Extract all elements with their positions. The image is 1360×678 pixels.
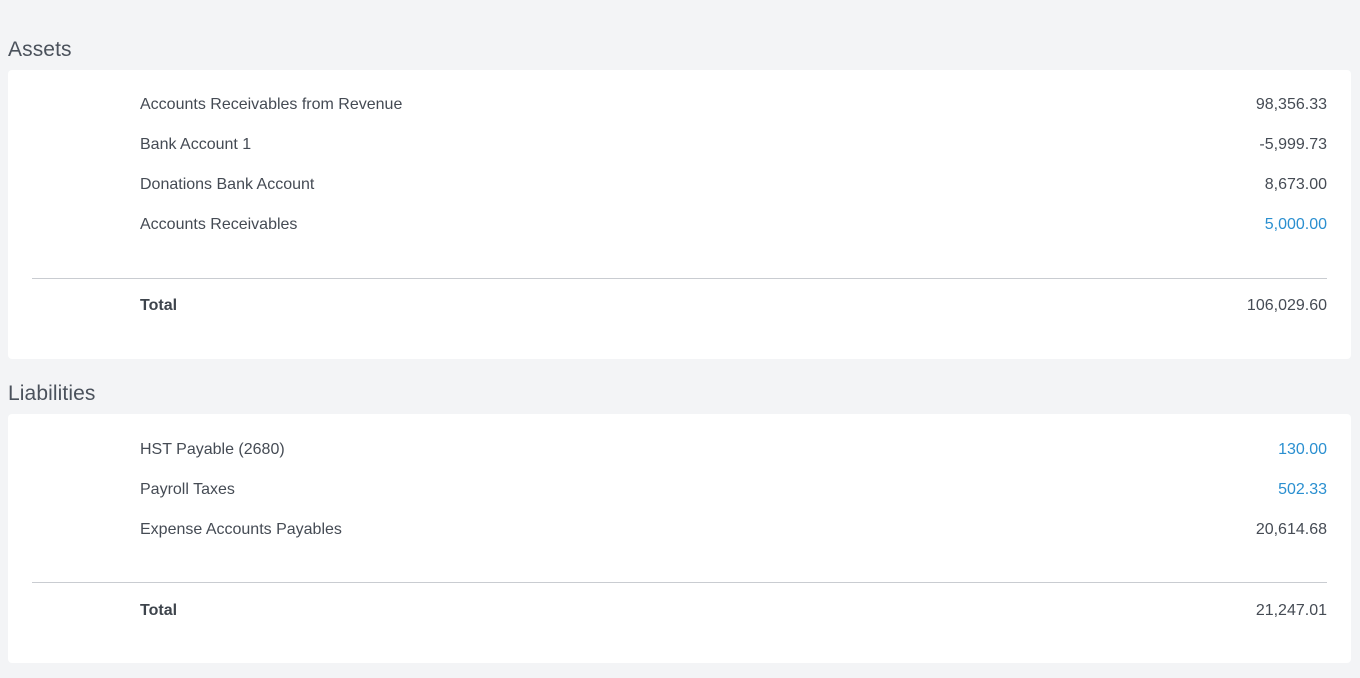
assets-row: Accounts Receivables 5,000.00 <box>140 213 1327 237</box>
account-amount: -5,999.73 <box>1259 136 1327 153</box>
liabilities-total-row: Total 21,247.01 <box>140 599 1327 623</box>
assets-section-title: Assets <box>8 38 72 61</box>
assets-card: Accounts Receivables from Revenue 98,356… <box>8 70 1351 359</box>
liabilities-row: Expense Accounts Payables 20,614.68 <box>140 518 1327 542</box>
account-amount-link[interactable]: 130.00 <box>1278 441 1327 459</box>
account-label: Expense Accounts Payables <box>140 521 342 538</box>
account-label: Payroll Taxes <box>140 481 235 498</box>
account-label: Donations Bank Account <box>140 176 315 193</box>
total-divider <box>32 582 1327 583</box>
account-label: Accounts Receivables from Revenue <box>140 96 403 113</box>
total-amount: 106,029.60 <box>1246 297 1327 314</box>
total-label: Total <box>140 297 178 314</box>
liabilities-card: HST Payable (2680) 130.00 Payroll Taxes … <box>8 414 1351 663</box>
assets-total-row: Total 106,029.60 <box>140 294 1327 318</box>
account-amount: 20,614.68 <box>1255 521 1327 538</box>
account-label: HST Payable (2680) <box>140 441 285 458</box>
account-amount-link[interactable]: 502.33 <box>1278 481 1327 499</box>
assets-row: Bank Account 1 -5,999.73 <box>140 133 1327 157</box>
account-amount: 98,356.33 <box>1255 96 1327 113</box>
account-label: Accounts Receivables <box>140 216 298 233</box>
liabilities-row: HST Payable (2680) 130.00 <box>140 438 1327 462</box>
assets-row: Donations Bank Account 8,673.00 <box>140 173 1327 197</box>
account-label: Bank Account 1 <box>140 136 252 153</box>
liabilities-section-title: Liabilities <box>8 382 96 405</box>
liabilities-row: Payroll Taxes 502.33 <box>140 478 1327 502</box>
total-label: Total <box>140 602 178 619</box>
balance-sheet-page: Assets Accounts Receivables from Revenue… <box>0 0 1360 678</box>
total-divider <box>32 278 1327 279</box>
account-amount-link[interactable]: 5,000.00 <box>1265 216 1327 234</box>
assets-row: Accounts Receivables from Revenue 98,356… <box>140 93 1327 117</box>
account-amount: 8,673.00 <box>1264 176 1327 193</box>
total-amount: 21,247.01 <box>1255 602 1327 619</box>
